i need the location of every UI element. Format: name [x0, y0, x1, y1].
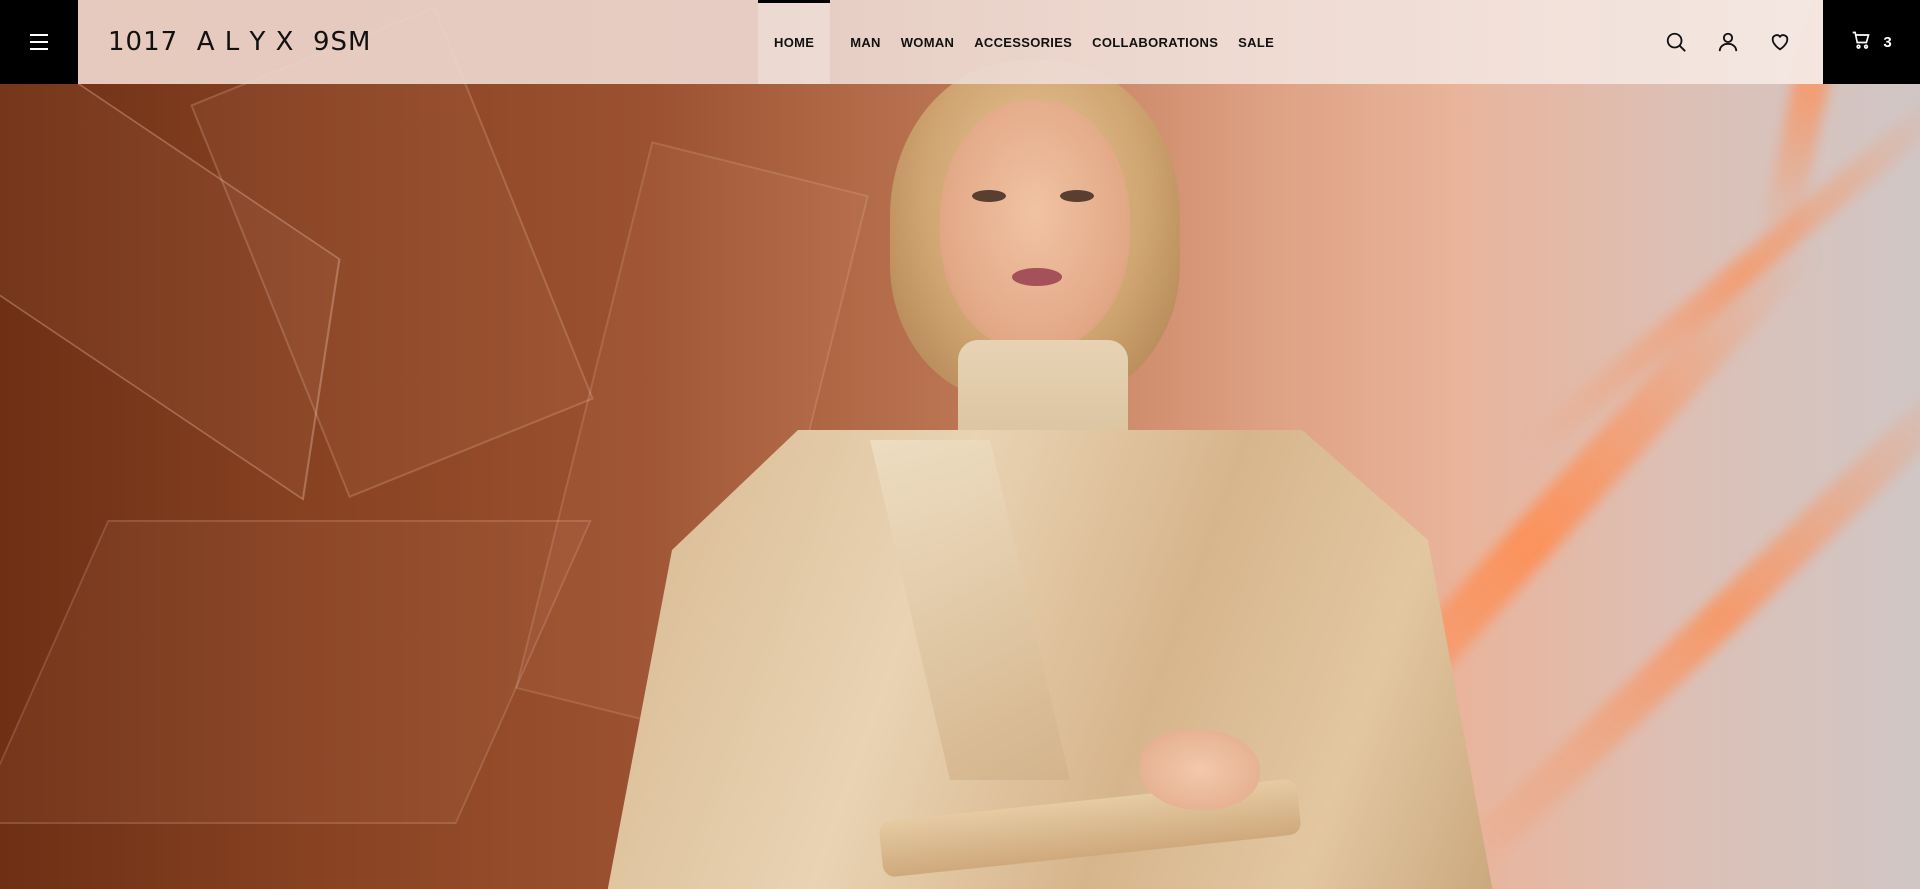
- model-face: [940, 100, 1130, 350]
- search-icon[interactable]: [1663, 29, 1689, 55]
- wishlist-heart-icon[interactable]: [1767, 29, 1793, 55]
- brand-logo[interactable]: 1017 A L Y X 9SM: [108, 0, 371, 84]
- nav-item-woman[interactable]: WOMAN: [891, 0, 965, 84]
- nav-item-accessories[interactable]: ACCESSORIES: [964, 0, 1082, 84]
- cart-button[interactable]: 3: [1823, 0, 1920, 84]
- header-icons: [1663, 0, 1793, 84]
- cart-count: 3: [1883, 33, 1892, 51]
- site-header: 1017 A L Y X 9SM HOME MAN WOMAN ACCESSOR…: [0, 0, 1920, 84]
- hero-model: [580, 40, 1520, 889]
- account-icon[interactable]: [1715, 29, 1741, 55]
- hero-light-streak: [1516, 83, 1920, 465]
- nav-item-sale[interactable]: SALE: [1228, 0, 1284, 84]
- model-hand: [1140, 730, 1260, 810]
- hero-shard-shape: [0, 520, 592, 824]
- model-lips: [1012, 268, 1062, 286]
- hero-image[interactable]: [0, 0, 1920, 889]
- nav-item-home[interactable]: HOME: [758, 0, 831, 84]
- main-nav: HOME MAN WOMAN ACCESSORIES COLLABORATION…: [758, 0, 1284, 84]
- nav-item-collaborations[interactable]: COLLABORATIONS: [1082, 0, 1228, 84]
- header-bar: 1017 A L Y X 9SM HOME MAN WOMAN ACCESSOR…: [78, 0, 1823, 84]
- model-eye: [972, 190, 1006, 202]
- nav-item-man[interactable]: MAN: [840, 0, 891, 84]
- page: 1017 A L Y X 9SM HOME MAN WOMAN ACCESSOR…: [0, 0, 1920, 889]
- menu-button[interactable]: [0, 0, 78, 84]
- model-eye: [1060, 190, 1094, 202]
- cart-icon: [1851, 30, 1871, 54]
- hamburger-menu-icon: [30, 34, 48, 50]
